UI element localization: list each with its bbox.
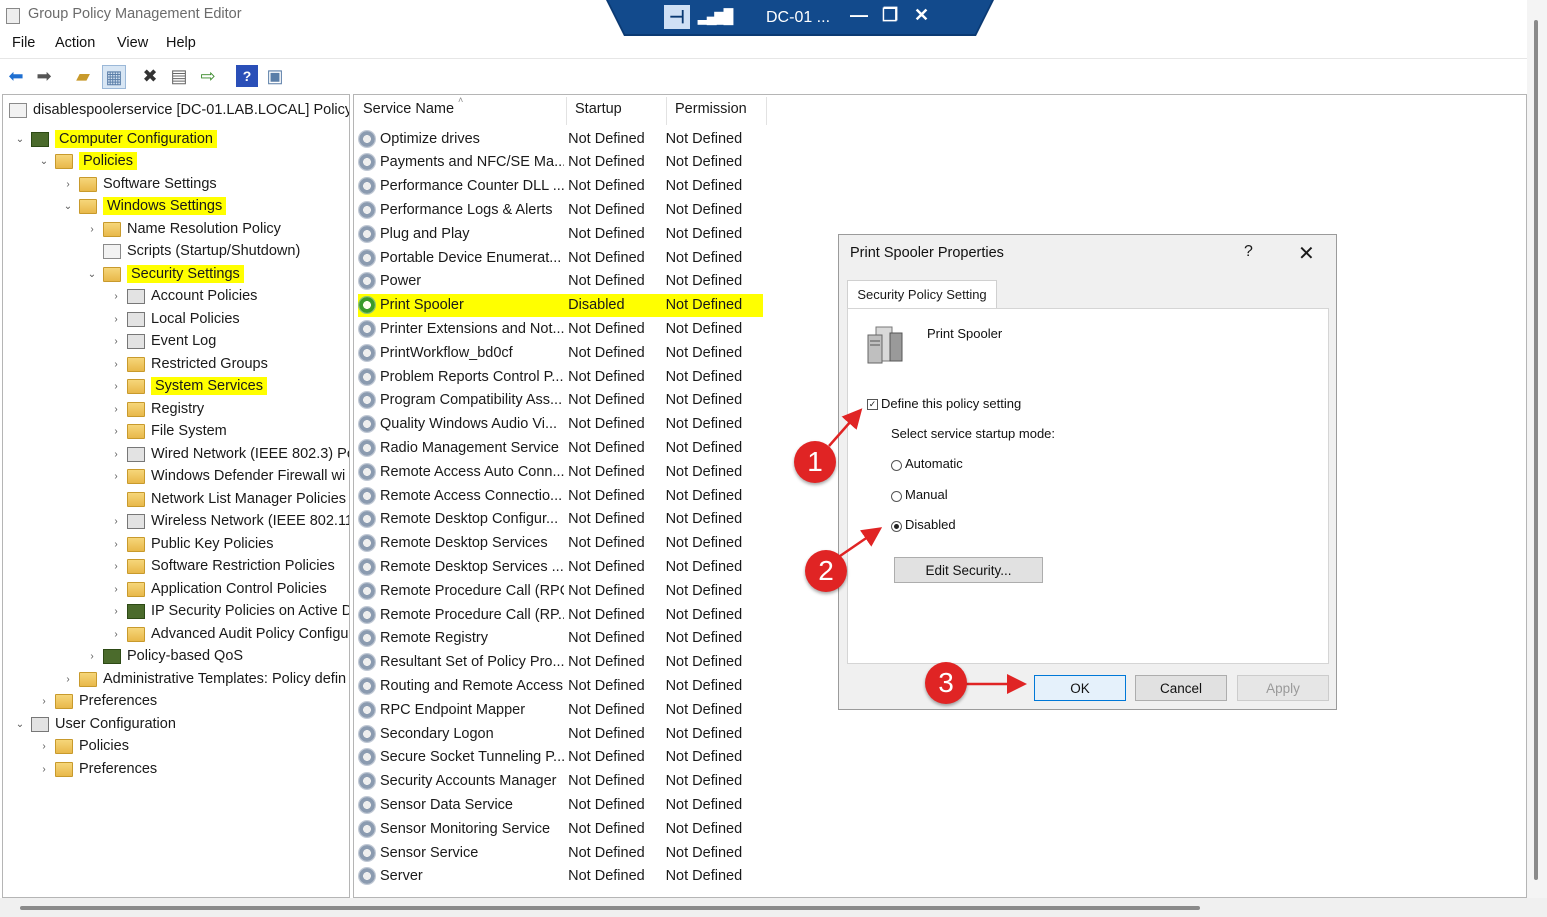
horizontal-scroll-thumb[interactable]	[20, 906, 1200, 910]
vertical-scrollbar[interactable]	[1527, 0, 1547, 898]
vertical-scroll-thumb[interactable]	[1534, 20, 1538, 880]
annotation-badge-1: 1	[794, 441, 836, 483]
annotation-arrows	[828, 408, 1027, 694]
annotation-badge-2: 2	[805, 550, 847, 592]
annotation-badge-3: 3	[925, 662, 967, 704]
horizontal-scrollbar[interactable]	[0, 898, 1547, 917]
